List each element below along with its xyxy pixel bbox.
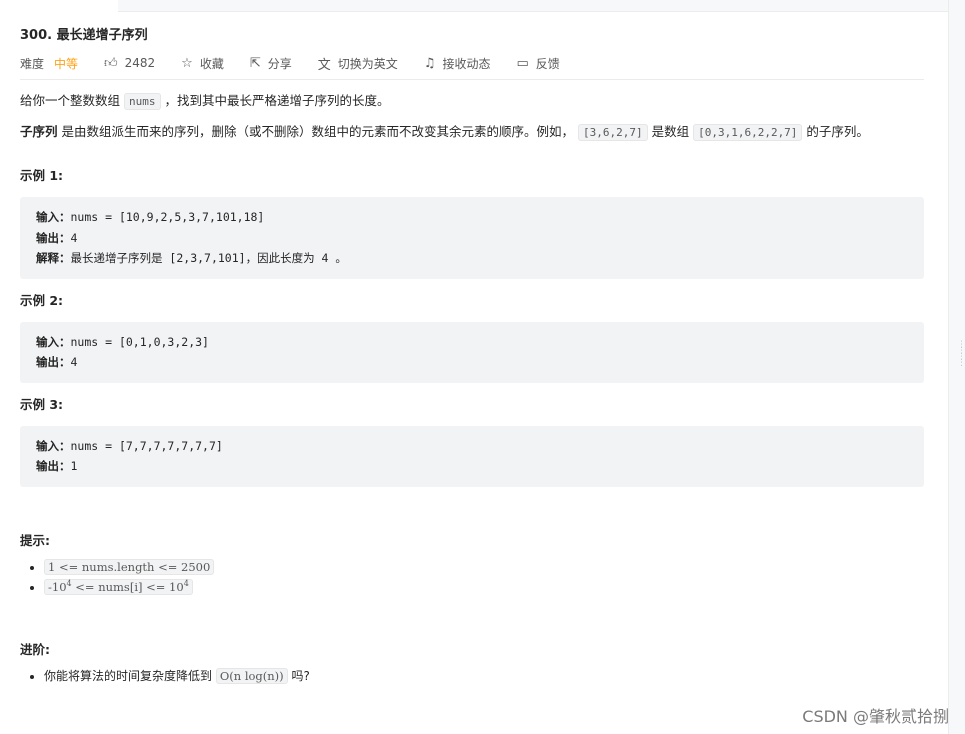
panel-resize-handle[interactable]: ⋮ ⋮ ⋮ ⋮: [957, 341, 965, 386]
switch-language-label: 切换为英文: [337, 56, 398, 71]
example-1-output: 输出：4: [36, 230, 78, 245]
example-3-input: 输入：nums = [7,7,7,7,7,7,7]: [36, 438, 223, 453]
problem-title: 300. 最长递增子序列: [20, 28, 148, 43]
hints-list: 1 <= nums.length <= 2500 -104 <= nums[i]…: [20, 557, 924, 597]
share-icon: ⇱: [249, 55, 261, 71]
description-paragraph-1: 给你一个整数数组 nums ，找到其中最长严格递增子序列的长度。: [20, 91, 924, 112]
advanced-item: 你能将算法的时间复杂度降低到 O(n log(n)) 吗?: [44, 666, 924, 686]
advanced-heading: 进阶:: [20, 641, 50, 657]
bell-icon: ♫: [423, 55, 436, 71]
switch-language-button[interactable]: 文 切换为英文: [318, 54, 398, 73]
star-icon: ☆: [181, 55, 193, 71]
desc-text: 是数组: [651, 124, 690, 139]
hint-item-2: -104 <= nums[i] <= 104: [44, 577, 924, 597]
example-2-input: 输入：nums = [0,1,0,3,2,3]: [36, 334, 209, 349]
inline-code-example-array: [0,3,1,6,2,2,7]: [693, 124, 803, 141]
complexity-code: O(n log(n)): [215, 667, 288, 684]
desc-text: 的子序列。: [806, 124, 869, 139]
example-2-heading: 示例 2:: [20, 292, 64, 308]
problem-content: 300. 最长递增子序列 难度 中等 👍︎ 2482 ☆ 收藏 ⇱ 分享 文 切…: [20, 26, 924, 686]
hint-code-2: -104 <= nums[i] <= 104: [44, 578, 193, 595]
difficulty-value: 中等: [54, 56, 79, 71]
feedback-label: 反馈: [535, 56, 560, 71]
difficulty-label: 难度: [20, 56, 45, 71]
share-button[interactable]: ⇱ 分享: [250, 55, 292, 72]
desc-text: 是由数组派生而来的序列，删除（或不删除）数组中的元素而不改变其余元素的顺序。例如…: [61, 124, 575, 139]
hints-heading: 提示:: [20, 532, 50, 548]
hint-code-1: 1 <= nums.length <= 2500: [44, 558, 215, 575]
inline-code-nums: nums: [124, 93, 161, 110]
follow-label: 接收动态: [442, 56, 491, 71]
collect-label: 收藏: [199, 56, 224, 71]
page: ⋮ ⋮ ⋮ ⋮ 300. 最长递增子序列 难度 中等 👍︎ 2482 ☆ 收藏 ⇱ 分…: [0, 0, 965, 734]
example-1-heading: 示例 1:: [20, 168, 64, 183]
like-button[interactable]: 👍︎ 2482: [104, 56, 155, 71]
example-1-explanation: 解释：最长递增子序列是 [2,3,7,101]，因此长度为 4 。: [36, 251, 347, 265]
example-1-input: 输入：nums = [10,9,2,5,3,7,101,18]: [36, 210, 265, 224]
follow-button[interactable]: ♫ 接收动态: [424, 55, 491, 72]
feedback-button[interactable]: ▭ 反馈: [516, 55, 559, 72]
description-paragraph-2: 子序列 是由数组派生而来的序列，删除（或不删除）数组中的元素而不改变其余元素的顺…: [20, 122, 924, 143]
feedback-icon: ▭: [516, 55, 529, 71]
inline-code-example-subsequence: [3,6,2,7]: [578, 124, 648, 141]
difficulty: 难度 中等: [20, 55, 78, 72]
like-count: 2482: [124, 56, 156, 70]
subsequence-term: 子序列: [20, 124, 58, 139]
translate-icon: 文: [317, 57, 331, 73]
hint-item-1: 1 <= nums.length <= 2500: [44, 557, 924, 577]
thumbs-up-icon: 👍︎: [104, 55, 118, 71]
advanced-list: 你能将算法的时间复杂度降低到 O(n log(n)) 吗?: [20, 666, 924, 686]
meta-bar: 难度 中等 👍︎ 2482 ☆ 收藏 ⇱ 分享 文 切换为英文 ♫ 接收动态 ▭…: [20, 53, 924, 80]
example-2-output: 输出：4: [36, 355, 78, 369]
example-3-block: 输入：nums = [7,7,7,7,7,7,7] 输出：1: [20, 425, 924, 487]
top-strip: [118, 0, 948, 12]
desc-text: ，找到其中最长严格递增子序列的长度。: [164, 93, 390, 108]
example-3-heading: 示例 3:: [20, 396, 64, 412]
example-2-block: 输入：nums = [0,1,0,3,2,3] 输出：4: [20, 321, 924, 383]
share-label: 分享: [267, 56, 292, 71]
desc-text: 给你一个整数数组: [20, 93, 121, 108]
collect-button[interactable]: ☆ 收藏: [181, 55, 224, 72]
example-1-block: 输入：nums = [10,9,2,5,3,7,101,18] 输出：4 解释：…: [20, 197, 924, 279]
watermark: CSDN @肇秋贰拾捌: [802, 707, 949, 726]
example-3-output: 输出：1: [36, 459, 78, 473]
